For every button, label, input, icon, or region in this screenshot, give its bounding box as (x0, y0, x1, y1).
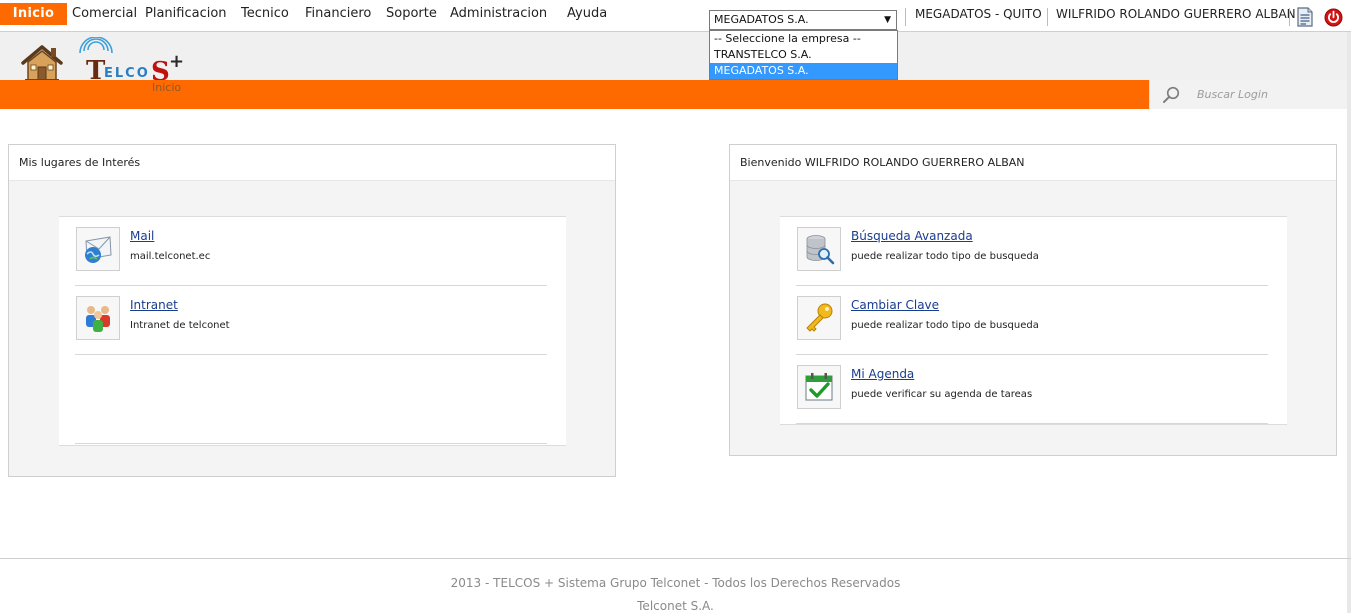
menu-item-administracion[interactable]: Administracion (450, 3, 547, 25)
menu-item-financiero[interactable]: Financiero (305, 3, 371, 25)
welcome-panel: Bienvenido WILFRIDO ROLANDO GUERRERO ALB… (729, 144, 1337, 456)
mi-agenda-link[interactable]: Mi Agenda (851, 367, 914, 381)
power-icon[interactable] (1324, 8, 1343, 27)
session-office: MEGADATOS - QUITO (915, 7, 1042, 21)
menu-item-comercial[interactable]: Comercial (72, 3, 137, 25)
busqueda-avanzada-link[interactable]: Búsqueda Avanzada (851, 229, 973, 243)
window-edge (1347, 32, 1351, 613)
favorites-list: Mail mail.telconet.ec Intranet Intranet … (59, 216, 566, 446)
session-user: WILFRIDO ROLANDO GUERRERO ALBAN (1056, 7, 1296, 21)
list-item: Mail mail.telconet.ec (75, 217, 547, 286)
mail-icon (85, 236, 112, 263)
entry-description: puede realizar todo tipo de busqueda (851, 320, 1039, 331)
intranet-link[interactable]: Intranet (130, 298, 178, 312)
logo-band: T ELCO S + (0, 32, 1351, 82)
company-option[interactable]: -- Seleccione la empresa -- (710, 31, 897, 47)
list-item: Cambiar Clave puede realizar todo tipo d… (796, 286, 1268, 355)
divider (1047, 8, 1048, 26)
favorites-panel: Mis lugares de Interés Mail mail.telcone… (8, 144, 616, 477)
company-select-value: MEGADATOS S.A. (714, 13, 809, 26)
svg-text:S: S (151, 57, 170, 81)
company-select[interactable]: MEGADATOS S.A. ▼ (709, 10, 897, 30)
divider (905, 8, 906, 26)
search-login-box[interactable]: Buscar Login (1149, 80, 1351, 109)
entry-description: mail.telconet.ec (130, 251, 211, 262)
footer-copyright: 2013 - TELCOS + Sistema Grupo Telconet -… (450, 576, 901, 590)
entry-description: puede realizar todo tipo de busqueda (851, 251, 1039, 262)
svg-text:ELCO: ELCO (104, 66, 150, 81)
logo-subtitle: Inicio (152, 81, 182, 94)
cambiar-clave-link[interactable]: Cambiar Clave (851, 298, 939, 312)
shortcuts-list: Búsqueda Avanzada puede realizar todo ti… (780, 216, 1287, 425)
search-icon[interactable] (1162, 86, 1180, 104)
entry-icon-box[interactable] (76, 227, 120, 271)
menu-item-inicio[interactable]: Inicio (0, 3, 67, 25)
document-icon[interactable] (1297, 7, 1313, 27)
mail-link[interactable]: Mail (130, 229, 154, 243)
svg-text:T: T (86, 56, 106, 81)
divider (75, 443, 547, 444)
panel-title: Mis lugares de Interés (9, 145, 615, 181)
home-icon[interactable] (20, 44, 64, 82)
search-input[interactable]: Buscar Login (1197, 88, 1268, 101)
telcos-logo: T ELCO S + (79, 37, 184, 81)
panel-title: Bienvenido WILFRIDO ROLANDO GUERRERO ALB… (730, 145, 1336, 181)
people-icon (86, 306, 110, 332)
company-dropdown-list: -- Seleccione la empresa -- TRANSTELCO S… (709, 30, 898, 80)
list-item: Búsqueda Avanzada puede realizar todo ti… (796, 217, 1268, 286)
top-menu-bar: Inicio Comercial Planificacion Tecnico F… (0, 0, 1351, 32)
entry-icon-box[interactable] (76, 296, 120, 340)
entry-description: Intranet de telconet (130, 320, 230, 331)
key-icon (806, 303, 833, 332)
list-item: Mi Agenda puede verificar su agenda de t… (796, 355, 1268, 424)
menu-item-soporte[interactable]: Soporte (386, 3, 437, 25)
list-item: Intranet Intranet de telconet (75, 286, 547, 355)
menu-item-ayuda[interactable]: Ayuda (567, 3, 607, 25)
divider (1289, 8, 1290, 26)
svg-text:+: + (169, 51, 184, 72)
calendar-check-icon (805, 373, 833, 401)
footer-company: Telconet S.A. (637, 599, 714, 613)
menu-item-planificacion[interactable]: Planificacion (145, 3, 227, 25)
entry-icon-box[interactable] (797, 296, 841, 340)
entry-description: puede verificar su agenda de tareas (851, 389, 1033, 400)
entry-icon-box[interactable] (797, 365, 841, 409)
entry-icon-box[interactable] (797, 227, 841, 271)
database-search-icon (806, 235, 835, 265)
footer-divider (0, 558, 1351, 559)
company-option[interactable]: TRANSTELCO S.A. (710, 47, 897, 63)
menu-item-tecnico[interactable]: Tecnico (241, 3, 289, 25)
dropdown-arrow-icon[interactable]: ▼ (884, 11, 891, 29)
company-option-selected[interactable]: MEGADATOS S.A. (710, 63, 897, 79)
